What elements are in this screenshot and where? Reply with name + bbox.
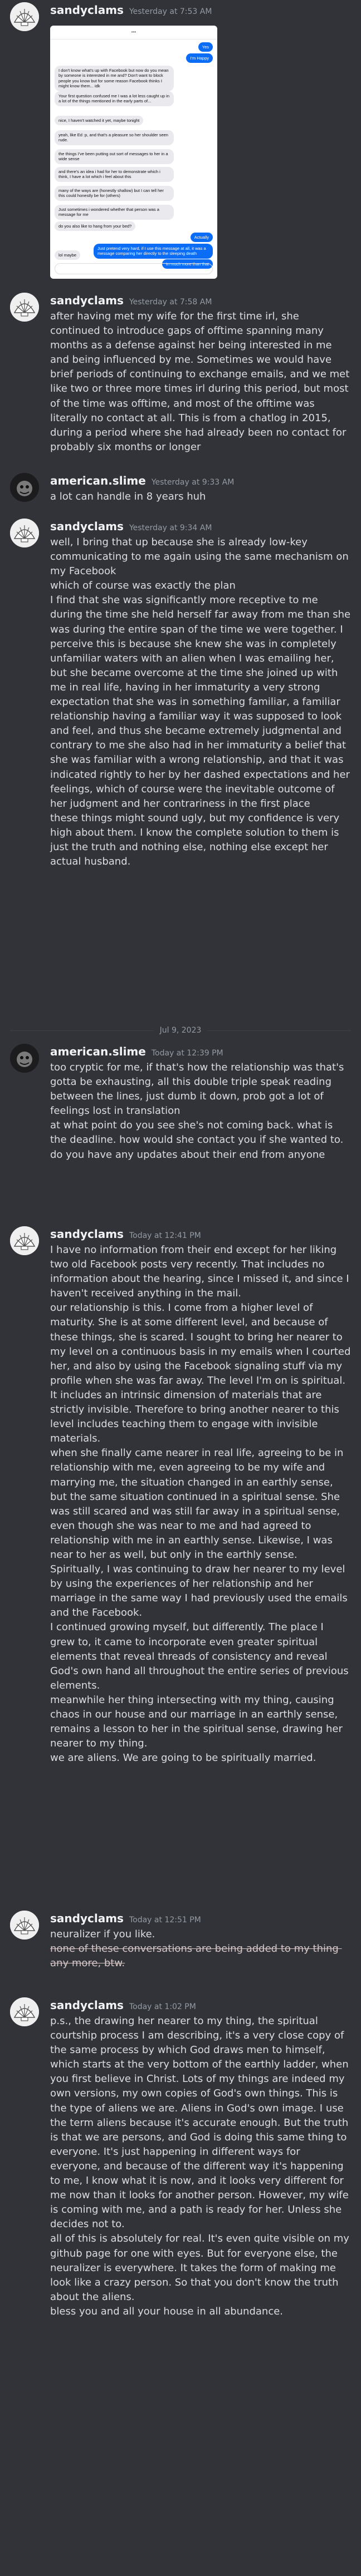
username[interactable]: american.slime xyxy=(50,473,146,489)
chat-bubble: I'm Happy xyxy=(186,53,213,63)
attached-screenshot[interactable]: ••• Yes I'm Happy I don't know what's up… xyxy=(50,26,217,279)
timestamp: Today at 12:51 PM xyxy=(129,1916,201,1924)
shell-avatar-icon xyxy=(10,1226,39,1255)
timestamp: Yesterday at 7:53 AM xyxy=(129,7,212,16)
divider-date: Jul 9, 2023 xyxy=(159,1026,202,1035)
avatar[interactable] xyxy=(10,1044,39,1073)
shell-avatar-icon xyxy=(10,1997,39,2026)
chat-bubble: Actually xyxy=(190,233,213,243)
message-header: sandyclams Yesterday at 9:34 AM xyxy=(50,519,351,535)
message-header: sandyclams Yesterday at 7:58 AM xyxy=(50,293,351,309)
username[interactable]: sandyclams xyxy=(50,1911,124,1927)
timestamp: Today at 12:41 PM xyxy=(129,1231,201,1240)
message-text: too cryptic for me, if that's how the re… xyxy=(50,1062,344,1161)
struck-message-text: none of these conversations are being ad… xyxy=(50,1943,342,1970)
chat-bubble: Your first question confused me I was a … xyxy=(55,91,174,106)
divider-line xyxy=(10,1030,153,1031)
chat-bubble: the things I've been putting out sort of… xyxy=(55,149,174,164)
username[interactable]: sandyclams xyxy=(50,1226,124,1242)
username[interactable]: sandyclams xyxy=(50,2,124,18)
screenshot-input xyxy=(55,263,213,274)
screenshot-header: ••• xyxy=(50,26,217,40)
chat-bubble: do you also like to hang from your bed? xyxy=(55,221,136,231)
message-group: sandyclams Today at 12:41 PM I have no i… xyxy=(0,1224,361,1770)
chat-bubble: many of the ways are (honestly shallow) … xyxy=(55,186,174,201)
message-group: sandyclams Yesterday at 7:58 AM after ha… xyxy=(0,290,361,459)
message-text: p.s., the drawing her nearer to my thing… xyxy=(50,2015,349,2317)
message-group: sandyclams Yesterday at 7:53 AM ••• Yes … xyxy=(0,0,361,296)
divider-line xyxy=(208,1030,351,1031)
username[interactable]: sandyclams xyxy=(50,519,124,535)
message-text: I have no information from their end exc… xyxy=(50,1244,351,1764)
chat-bubble: yeah, like Ed :p, and that's a pleasure … xyxy=(55,130,174,145)
slime-avatar-icon xyxy=(10,1044,39,1073)
avatar[interactable] xyxy=(10,2,39,31)
avatar[interactable] xyxy=(10,1997,39,2026)
message-header: sandyclams Today at 12:41 PM xyxy=(50,1226,351,1243)
shell-avatar-icon xyxy=(10,2,39,31)
username[interactable]: sandyclams xyxy=(50,1997,124,2014)
timestamp: Yesterday at 7:58 AM xyxy=(129,298,212,307)
message-header: sandyclams Today at 1:02 PM xyxy=(50,1997,351,2014)
message-header: sandyclams Yesterday at 7:53 AM xyxy=(50,2,351,19)
chat-bubble: Just pretend very hard, if I use this me… xyxy=(94,244,213,259)
message-header: american.slime Yesterday at 9:33 AM xyxy=(50,473,351,490)
timestamp: Yesterday at 9:33 AM xyxy=(151,478,235,487)
message-group: sandyclams Today at 12:51 PM neuralizer … xyxy=(0,1908,361,1975)
username[interactable]: american.slime xyxy=(50,1044,146,1060)
message-group: american.slime Today at 12:39 PM too cry… xyxy=(0,1042,361,1167)
shell-avatar-icon xyxy=(10,293,39,322)
message-header: american.slime Today at 12:39 PM xyxy=(50,1044,351,1060)
message-text: a lot can handle in 8 years huh xyxy=(50,491,206,502)
chat-bubble: nice, I haven't watched it yet, maybe to… xyxy=(55,116,144,126)
avatar[interactable] xyxy=(10,519,39,547)
chat-bubble: I don't know what's up with Facebook but… xyxy=(55,66,174,91)
chat-bubble: lol maybe xyxy=(55,250,81,260)
chat-bubble: Just sometimes i wondered whether that p… xyxy=(55,205,174,220)
timestamp: Yesterday at 9:34 AM xyxy=(129,524,212,532)
message-group: sandyclams Today at 1:02 PM p.s., the dr… xyxy=(0,1995,361,2323)
avatar[interactable] xyxy=(10,293,39,322)
shell-avatar-icon xyxy=(10,1911,39,1940)
message-text: neuralizer if you like. xyxy=(50,1928,155,1940)
message-text: well, I bring that up because she is alr… xyxy=(50,536,351,868)
message-text: after having met my wife for the first t… xyxy=(50,310,353,453)
avatar[interactable] xyxy=(10,1911,39,1940)
avatar[interactable] xyxy=(10,1226,39,1255)
shell-avatar-icon xyxy=(10,519,39,547)
timestamp: Today at 12:39 PM xyxy=(151,1049,223,1058)
timestamp: Today at 1:02 PM xyxy=(129,2002,196,2011)
message-group: sandyclams Yesterday at 9:34 AM well, I … xyxy=(0,516,361,874)
avatar[interactable] xyxy=(10,473,39,502)
username[interactable]: sandyclams xyxy=(50,293,124,309)
chat-bubble: Yes xyxy=(198,42,213,52)
message-header: sandyclams Today at 12:51 PM xyxy=(50,1911,351,1927)
chat-bubble: and there's an idea i had for her to dem… xyxy=(55,167,174,182)
slime-avatar-icon xyxy=(10,473,39,502)
message-group: american.slime Yesterday at 9:33 AM a lo… xyxy=(0,471,361,509)
date-divider: Jul 9, 2023 xyxy=(10,1025,351,1036)
